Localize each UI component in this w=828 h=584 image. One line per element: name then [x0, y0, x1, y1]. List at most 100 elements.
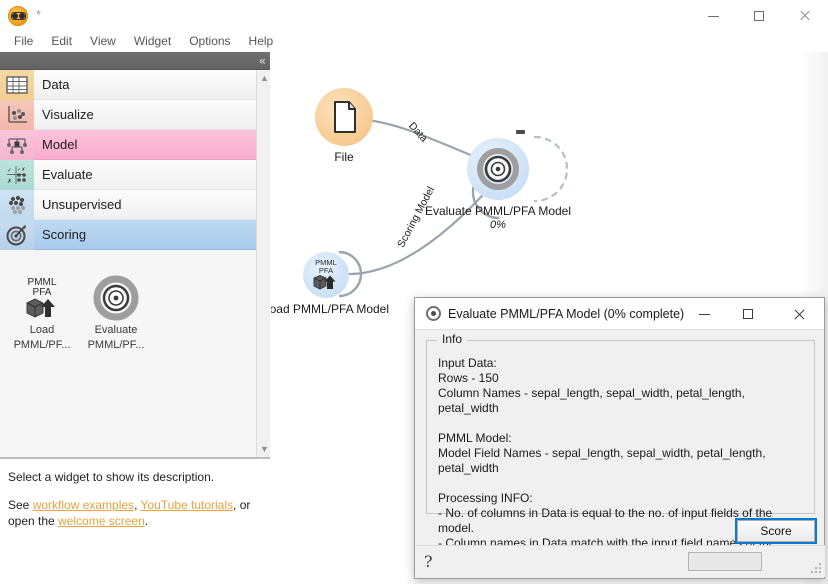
sidebar-item-label-scoring: Scoring [42, 227, 87, 242]
window-close-button[interactable] [782, 0, 828, 32]
orange-smiley-icon [8, 6, 28, 26]
link-welcome-screen[interactable]: welcome screen [58, 514, 145, 528]
menu-item-options[interactable]: Options [180, 31, 239, 51]
table-grid-icon-svg [6, 75, 28, 94]
title-bar: * [0, 0, 828, 32]
title-modified-marker: * [36, 7, 42, 22]
dock-toolbar: « [0, 52, 270, 70]
info-group-legend: Info [437, 332, 468, 346]
link-workflow-examples[interactable]: workflow examples [33, 498, 134, 512]
widget-tile-load-pmml-pfa-model[interactable]: PMML PFA Load PMML/PF... [4, 274, 80, 352]
category-list-scrollbar[interactable]: ▲ ▼ [256, 70, 270, 457]
cluster-dots-icon [0, 189, 34, 220]
workflow-node-title-load-pmml: Load PMML/PFA Model [271, 302, 390, 316]
minimize-icon-dialog [698, 313, 710, 315]
pmml-pfa-evaluate-icon-svg [93, 275, 139, 321]
sidebar-item-label-data: Data [42, 77, 70, 92]
menu-item-file[interactable]: File [5, 31, 42, 51]
widget-tile-label-load-line1: Load [29, 324, 55, 336]
pmml-pfa-load-icon: PMML PFA [313, 258, 337, 290]
sidebar-item-model[interactable]: Model [0, 129, 256, 160]
menu-item-widget[interactable]: Widget [125, 31, 180, 51]
widget-tile-evaluate-pmml-pfa-model[interactable]: Evaluate PMML/PF... [78, 274, 154, 352]
dialog-title-text: Evaluate PMML/PFA Model (0% complete) [448, 307, 685, 321]
scatter-plot-icon [0, 99, 34, 130]
menu-item-edit[interactable]: Edit [42, 31, 81, 51]
description-see-prefix: See [8, 498, 33, 512]
dialog-close-button[interactable] [774, 298, 824, 330]
workflow-node-title-evaluate-pmml: Evaluate PMML/PFA Model [424, 204, 572, 218]
svg-text:PFA: PFA [319, 266, 333, 275]
pmml-pfa-evaluate-icon [78, 274, 154, 322]
target-dart-icon-svg [6, 224, 26, 245]
widget-tile-label-evaluate-line1: Evaluate [94, 324, 138, 336]
widget-description-panel: Select a widget to show its description.… [0, 458, 270, 584]
decision-tree-icon [0, 129, 34, 160]
dialog-title-bar[interactable]: Evaluate PMML/PFA Model (0% complete) [415, 298, 824, 330]
target-dart-icon [0, 219, 34, 250]
close-icon [799, 10, 811, 22]
table-grid-icon [0, 70, 34, 100]
maximize-icon-dialog [743, 309, 753, 319]
window-minimize-button[interactable] [690, 0, 736, 32]
close-icon-dialog [793, 308, 806, 321]
dialog-maximize-button[interactable] [726, 298, 770, 330]
widget-tile-label-load-line2: PMML/PF... [13, 339, 71, 351]
smiley-eye-left [12, 13, 18, 19]
dialog-progress-bar [688, 552, 762, 571]
description-line-1: Select a widget to show its description. [8, 470, 215, 484]
sidebar-item-label-model: Model [42, 137, 78, 152]
widget-tile-label-evaluate-line2: PMML/PF... [87, 339, 145, 351]
scatter-plot-icon-svg [8, 105, 27, 123]
info-group-box: Info Input Data: Rows - 150 Column Names… [426, 332, 815, 565]
menu-item-view[interactable]: View [81, 31, 125, 51]
description-line-2: See workflow examples, YouTube tutorials… [8, 497, 262, 529]
help-icon-dialog[interactable]: ? [424, 552, 433, 571]
widget-dock: « Data Visualize Model ✓ ✗ ✓✗ Evaluate U… [0, 52, 270, 584]
sidebar-item-unsupervised[interactable]: Unsupervised [0, 189, 256, 220]
svg-text:✗: ✗ [7, 178, 12, 185]
evaluate-pmml-pfa-model-dialog[interactable]: Evaluate PMML/PFA Model (0% complete) In… [414, 297, 825, 579]
sidebar-item-label-visualize: Visualize [42, 107, 94, 122]
maximize-icon [754, 11, 764, 21]
svg-text:✓✗: ✓✗ [17, 167, 25, 173]
workflow-node-progress-evaluate-pmml: 0% [490, 219, 506, 231]
decision-tree-icon-svg [7, 137, 27, 154]
sidebar-item-visualize[interactable]: Visualize [0, 99, 256, 130]
link-youtube-tutorials[interactable]: YouTube tutorials [141, 498, 234, 512]
sidebar-item-label-unsupervised: Unsupervised [42, 197, 122, 212]
sidebar-item-scoring[interactable]: Scoring [0, 219, 256, 250]
target-ring-icon-dialog [426, 306, 441, 321]
workflow-node-title-file: File [334, 150, 354, 164]
dialog-footer: ? [416, 545, 825, 577]
dialog-minimize-button[interactable] [682, 298, 726, 330]
description-period: . [144, 514, 149, 528]
scroll-up-icon[interactable]: ▲ [260, 74, 269, 83]
widget-tile-area: PMML PFA Load PMML/PF... Evaluate PMML/P… [0, 268, 256, 457]
score-button[interactable]: Score [735, 518, 817, 544]
scroll-down-icon[interactable]: ▼ [260, 445, 269, 454]
document-page-icon [334, 101, 356, 133]
evaluate-progress-arc [533, 135, 569, 203]
widget-category-list: Data Visualize Model ✓ ✗ ✓✗ Evaluate Uns… [0, 70, 270, 458]
svg-text:✓: ✓ [7, 167, 12, 174]
sidebar-item-data[interactable]: Data [0, 70, 256, 100]
collapse-dock-button[interactable]: « [259, 52, 266, 70]
checkmarks-dots-icon-svg: ✓ ✗ ✓✗ [7, 165, 26, 185]
minimize-icon [707, 15, 719, 17]
pmml-pfa-load-icon: PMML PFA [4, 274, 80, 322]
pmml-pfa-load-icon-svg: PMML PFA [26, 277, 57, 318]
dialog-resize-grip[interactable] [811, 563, 821, 573]
checkmarks-dots-icon: ✓ ✗ ✓✗ [0, 159, 34, 190]
target-ring-icon [477, 148, 519, 190]
menu-bar: File Edit View Widget Options Help [0, 30, 828, 52]
smiley-eye-right [19, 13, 25, 19]
menu-item-help[interactable]: Help [240, 31, 283, 51]
sidebar-item-evaluate[interactable]: ✓ ✗ ✓✗ Evaluate [0, 159, 256, 190]
window-maximize-button[interactable] [736, 0, 782, 32]
svg-text:PFA: PFA [33, 287, 52, 298]
sidebar-item-label-evaluate: Evaluate [42, 167, 93, 182]
evaluate-status-bar [516, 130, 525, 134]
cluster-dots-icon-svg [8, 195, 26, 214]
application-window: * File Edit View Widget Options Help « D… [0, 0, 828, 584]
